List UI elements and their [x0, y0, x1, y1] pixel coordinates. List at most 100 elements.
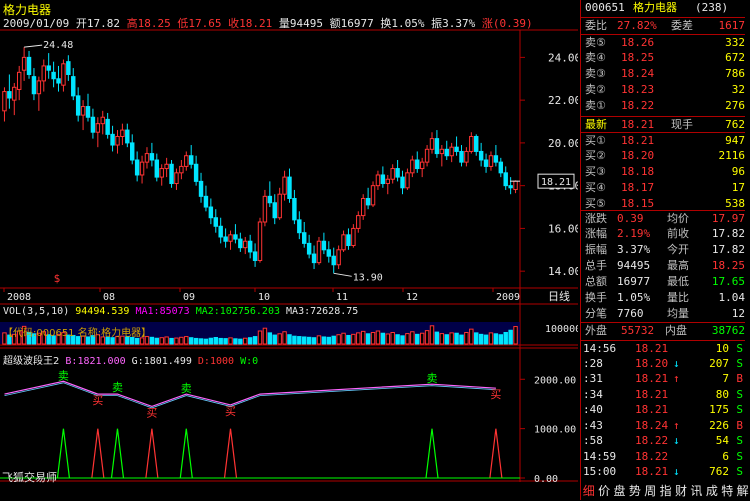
candle: [400, 176, 405, 189]
signal-label: 卖: [112, 381, 123, 394]
volume-bar: [469, 328, 474, 345]
signal-spike: [110, 428, 125, 479]
bottom-tab[interactable]: 成: [704, 482, 719, 500]
sell-volume: 332: [725, 36, 745, 49]
volume-bar: [292, 335, 297, 345]
stat-value: 17.82: [711, 227, 745, 240]
bottom-tab[interactable]: 盘: [612, 482, 627, 500]
stat-label: 总额: [585, 275, 607, 288]
bottom-tabs: 细价盘势周指财讯成特解: [581, 482, 750, 500]
tick-side: B: [736, 418, 743, 432]
candle: [311, 253, 317, 264]
stat-value: 18.25: [711, 259, 745, 272]
buy-row: 买③ 18.18 96: [581, 164, 745, 180]
volume-bar: [179, 336, 184, 345]
tick-side: S: [736, 449, 743, 463]
signal-label: 卖: [427, 372, 438, 385]
signal-label: 卖: [58, 369, 69, 382]
tick-side: S: [736, 403, 743, 416]
volume-bar: [188, 337, 194, 345]
ind-y-tick-label: 2000.00: [534, 375, 576, 386]
candlestick-chart[interactable]: 24.0022.0020.0018.0016.0014.0024.4813.90…: [0, 0, 578, 500]
volume-bar: [233, 338, 238, 345]
volume-bar: [257, 330, 263, 345]
candle: [483, 159, 489, 167]
x-tick-label: 08: [103, 292, 115, 303]
volume-bar: [444, 334, 449, 345]
candle: [252, 251, 258, 261]
candle: [326, 249, 332, 257]
sell-level-label: 卖④: [585, 51, 606, 64]
volume-bar: [405, 333, 410, 345]
tick-time: 15:00: [583, 465, 617, 478]
volume-bar: [306, 336, 312, 345]
sell-row: 卖④ 18.25 672: [581, 50, 745, 66]
buy-volume: 2116: [718, 149, 746, 162]
volume-bar: [247, 337, 253, 345]
candle: [218, 225, 223, 238]
volume-bar: [316, 335, 322, 345]
x-tick-label: 11: [336, 292, 348, 303]
volume-bar: [478, 333, 484, 345]
stat-value: 2.19%: [617, 227, 651, 240]
stat-value: 16977: [617, 275, 651, 288]
volume-bar: [203, 338, 209, 345]
signal-spike: [489, 428, 503, 479]
tick-time: :31: [583, 372, 603, 385]
candle: [71, 76, 76, 97]
volume-bar: [439, 333, 445, 345]
tick-side: S: [736, 434, 743, 447]
vol-readout-1: MA1:85073: [135, 306, 190, 317]
candle: [474, 135, 479, 152]
candle: [223, 236, 228, 242]
volume-bar: [277, 333, 282, 345]
candle: [105, 118, 110, 135]
candle: [46, 65, 51, 71]
stat-label: 最高: [667, 259, 689, 272]
bottom-tab[interactable]: 指: [658, 482, 673, 500]
volume-bar: [449, 332, 454, 345]
bottom-tab[interactable]: 讯: [689, 482, 704, 500]
volume-bar: [513, 326, 518, 345]
tick-volume: 7: [722, 372, 729, 385]
volume-bar: [223, 338, 228, 345]
sell-price: 18.24: [621, 67, 655, 80]
stat-value: 94495: [617, 259, 651, 272]
candle: [125, 129, 130, 144]
stat-value: 1.05%: [617, 291, 651, 304]
bottom-tab[interactable]: 周: [643, 482, 658, 500]
volume-bar: [267, 332, 273, 345]
bottom-tab[interactable]: 解: [735, 482, 750, 500]
stat-label: 分笔: [585, 307, 607, 320]
volume-bar: [238, 338, 243, 345]
candle: [341, 234, 346, 251]
candle: [120, 129, 125, 137]
bottom-tab[interactable]: 特: [720, 482, 735, 500]
buy-row: 买② 18.20 2116: [581, 148, 745, 164]
tick-direction: ↓: [673, 356, 680, 370]
chart-area[interactable]: 格力电器 2009/01/09 开17.82 高18.25 低17.65 收18…: [0, 0, 578, 500]
high-marker-label: 24.48: [43, 40, 73, 51]
volume-bar: [483, 334, 489, 345]
bottom-tab[interactable]: 细: [581, 482, 596, 500]
tick-side: S: [736, 387, 743, 401]
sell-row: 卖② 18.23 32: [581, 82, 745, 98]
bottom-tab[interactable]: 价: [596, 482, 611, 500]
signal-spike: [223, 428, 238, 479]
bottom-tab[interactable]: 势: [627, 482, 642, 500]
bottom-tab[interactable]: 财: [673, 482, 688, 500]
sell-row: 卖③ 18.24 786: [581, 66, 745, 82]
outer-inner-row: 外盘 55732 内盘 38762: [581, 322, 745, 339]
panel-header: 000651 格力电器 (238): [581, 0, 745, 16]
candle: [193, 163, 199, 182]
x-tick-label: 2009: [496, 292, 520, 303]
signal-label: 买: [146, 406, 157, 419]
stat-label: 总手: [585, 259, 607, 272]
tick-time: :40: [583, 403, 603, 416]
low-marker-line: [333, 272, 352, 277]
signal-spike: [425, 428, 439, 479]
volume-bar: [193, 337, 199, 345]
volume-bar: [331, 335, 336, 345]
volume-bar: [164, 336, 169, 345]
y-tick-label: 22.00: [548, 94, 578, 107]
